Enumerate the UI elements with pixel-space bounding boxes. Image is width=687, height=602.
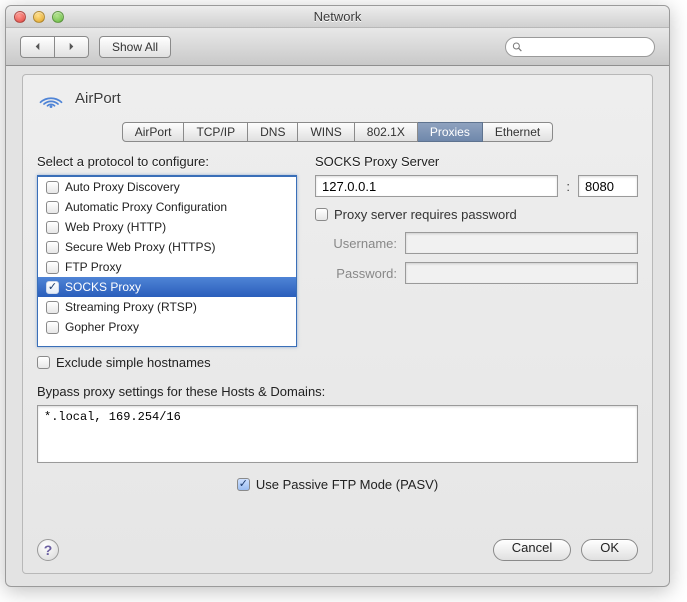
protocol-label: SOCKS Proxy (65, 280, 141, 294)
passive-ftp-label: Use Passive FTP Mode (PASV) (256, 477, 438, 492)
protocol-checkbox[interactable] (46, 201, 59, 214)
protocol-label: Auto Proxy Discovery (65, 180, 180, 194)
protocol-checkbox[interactable] (46, 321, 59, 334)
tab-ethernet[interactable]: Ethernet (483, 122, 553, 142)
search-field-wrap[interactable] (505, 37, 655, 57)
protocol-list-label: Select a protocol to configure: (37, 154, 297, 169)
tab-802-1x[interactable]: 802.1X (355, 122, 418, 142)
bypass-textarea[interactable]: *.local, 169.254/16 (37, 405, 638, 463)
server-label: SOCKS Proxy Server (315, 154, 638, 169)
chevron-left-icon (33, 42, 42, 51)
protocol-checkbox[interactable] (46, 221, 59, 234)
ok-button[interactable]: OK (581, 539, 638, 561)
protocol-checkbox[interactable] (46, 241, 59, 254)
password-input (405, 262, 638, 284)
show-all-button[interactable]: Show All (99, 36, 171, 58)
server-row: : (315, 175, 638, 197)
colon-separator: : (564, 175, 572, 197)
protocol-label: Automatic Proxy Configuration (65, 200, 227, 214)
airport-icon (37, 85, 65, 112)
help-button[interactable]: ? (37, 539, 59, 561)
requires-password-checkbox[interactable] (315, 208, 328, 221)
proxy-port-input[interactable] (578, 175, 638, 197)
protocol-checkbox[interactable] (46, 181, 59, 194)
connection-name: AirPort (75, 90, 121, 107)
pasv-row: Use Passive FTP Mode (PASV) (37, 477, 638, 492)
toolbar: Show All (6, 28, 669, 66)
search-input[interactable] (527, 40, 648, 54)
protocol-row[interactable]: Automatic Proxy Configuration (38, 197, 296, 217)
tab-proxies[interactable]: Proxies (418, 122, 483, 142)
protocol-row[interactable]: Web Proxy (HTTP) (38, 217, 296, 237)
exclude-simple-row: Exclude simple hostnames (37, 355, 297, 370)
username-input (405, 232, 638, 254)
protocol-column: Select a protocol to configure: Auto Pro… (37, 154, 297, 370)
sheet-footer: ? Cancel OK (37, 539, 638, 561)
tab-tcp-ip[interactable]: TCP/IP (184, 122, 248, 142)
exclude-simple-label: Exclude simple hostnames (56, 355, 211, 370)
protocol-checkbox[interactable] (46, 281, 59, 294)
password-label: Password: (315, 266, 397, 281)
nav-buttons (20, 36, 89, 58)
protocol-list[interactable]: Auto Proxy Discovery Automatic Proxy Conf… (37, 175, 297, 347)
forward-button[interactable] (54, 36, 89, 58)
bypass-label: Bypass proxy settings for these Hosts & … (37, 384, 638, 399)
requires-password-row: Proxy server requires password (315, 207, 638, 222)
protocol-checkbox[interactable] (46, 261, 59, 274)
protocol-label: Streaming Proxy (RTSP) (65, 300, 197, 314)
window-title: Network (6, 9, 669, 24)
tab-airport[interactable]: AirPort (122, 122, 185, 142)
proxy-content: Select a protocol to configure: Auto Pro… (37, 154, 638, 370)
protocol-checkbox[interactable] (46, 301, 59, 314)
cancel-button[interactable]: Cancel (493, 539, 571, 561)
proxy-host-input[interactable] (315, 175, 558, 197)
protocol-row[interactable]: Auto Proxy Discovery (38, 177, 296, 197)
protocol-row[interactable]: Streaming Proxy (RTSP) (38, 297, 296, 317)
titlebar: Network (6, 6, 669, 28)
protocol-row[interactable]: Secure Web Proxy (HTTPS) (38, 237, 296, 257)
requires-password-label: Proxy server requires password (334, 207, 517, 222)
protocol-label: Web Proxy (HTTP) (65, 220, 166, 234)
tabs: AirPortTCP/IPDNSWINS802.1XProxiesEtherne… (37, 122, 638, 142)
protocol-label: Gopher Proxy (65, 320, 139, 334)
settings-sheet: AirPort AirPortTCP/IPDNSWINS802.1XProxie… (22, 74, 653, 574)
tab-dns[interactable]: DNS (248, 122, 298, 142)
chevron-right-icon (67, 42, 76, 51)
protocol-row[interactable]: Gopher Proxy (38, 317, 296, 337)
passive-ftp-checkbox[interactable] (237, 478, 250, 491)
exclude-simple-checkbox[interactable] (37, 356, 50, 369)
protocol-label: FTP Proxy (65, 260, 121, 274)
username-row: Username: (315, 232, 638, 254)
tab-wins[interactable]: WINS (298, 122, 354, 142)
search-icon (512, 41, 523, 53)
password-row: Password: (315, 262, 638, 284)
sheet-header: AirPort (37, 85, 638, 112)
protocol-label: Secure Web Proxy (HTTPS) (65, 240, 215, 254)
network-prefs-window: Network Show All AirPort AirPortTCP/IPDN… (5, 5, 670, 587)
username-label: Username: (315, 236, 397, 251)
protocol-row[interactable]: SOCKS Proxy (38, 277, 296, 297)
back-button[interactable] (20, 36, 54, 58)
server-column: SOCKS Proxy Server : Proxy server requir… (315, 154, 638, 370)
protocol-row[interactable]: FTP Proxy (38, 257, 296, 277)
